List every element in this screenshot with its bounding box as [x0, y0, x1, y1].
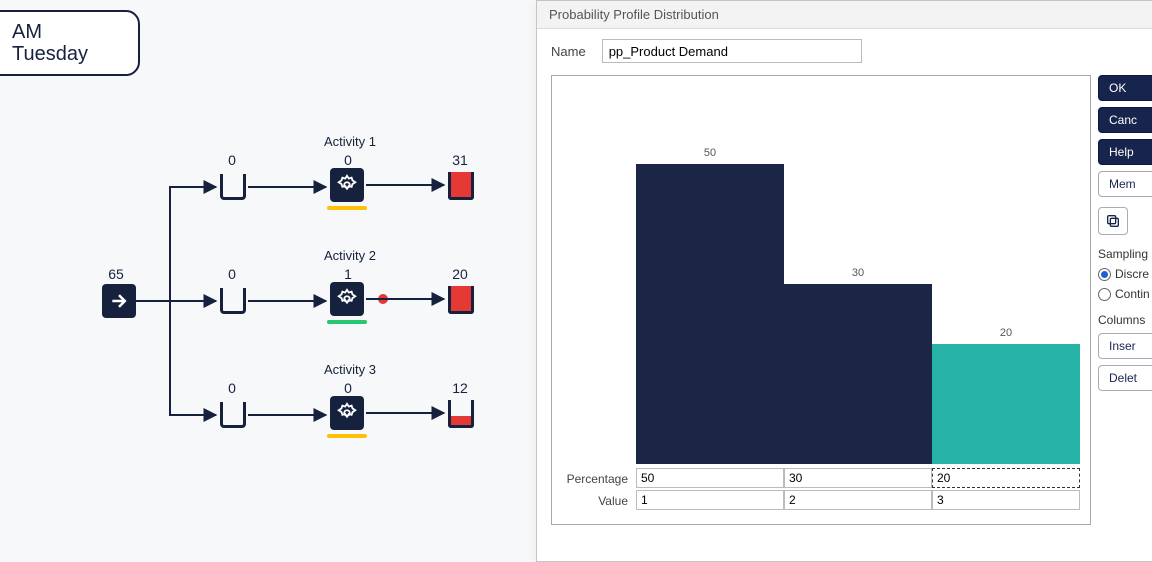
flow-arrows — [100, 130, 520, 470]
sampling-group-label: Sampling — [1098, 247, 1152, 261]
percentage-cell[interactable] — [636, 468, 784, 488]
bar-value-label: 30 — [784, 267, 932, 279]
clock-widget: AM Tuesday — [0, 10, 140, 76]
radio-label: Contin — [1115, 287, 1150, 301]
clock-line2: Tuesday — [12, 43, 128, 65]
distribution-chart: 50 30 20 Percentage Value — [551, 75, 1091, 525]
profile-name-input[interactable] — [602, 39, 862, 63]
memo-button[interactable]: Mem — [1098, 171, 1152, 197]
chart-bar[interactable] — [784, 284, 932, 464]
clock-line1: AM — [12, 21, 128, 43]
sampling-discrete-radio[interactable]: Discre — [1098, 267, 1152, 281]
chart-bar[interactable] — [932, 344, 1080, 464]
chart-bar[interactable] — [636, 164, 784, 464]
radio-icon — [1098, 288, 1111, 301]
name-label: Name — [551, 44, 586, 59]
probability-profile-dialog: Probability Profile Distribution Name 50… — [536, 0, 1152, 562]
sampling-continuous-radio[interactable]: Contin — [1098, 287, 1152, 301]
percentage-cell[interactable] — [784, 468, 932, 488]
ok-button[interactable]: OK — [1098, 75, 1152, 101]
value-cell[interactable] — [932, 490, 1080, 510]
value-cell[interactable] — [636, 490, 784, 510]
copy-icon[interactable] — [1098, 207, 1128, 235]
value-cell[interactable] — [784, 490, 932, 510]
delete-column-button[interactable]: Delet — [1098, 365, 1152, 391]
dialog-title: Probability Profile Distribution — [537, 1, 1152, 29]
bar-value-label: 50 — [636, 147, 784, 159]
percentage-cell[interactable] — [932, 468, 1080, 488]
cancel-button[interactable]: Canc — [1098, 107, 1152, 133]
radio-icon — [1098, 268, 1111, 281]
help-button[interactable]: Help — [1098, 139, 1152, 165]
columns-group-label: Columns — [1098, 313, 1152, 327]
value-row-label: Value — [558, 494, 628, 508]
radio-label: Discre — [1115, 267, 1149, 281]
percentage-row-label: Percentage — [558, 472, 628, 486]
process-diagram: 65 0 Activity 1 0 31 0 Activity 2 1 20 0… — [100, 130, 520, 470]
insert-column-button[interactable]: Inser — [1098, 333, 1152, 359]
bar-value-label: 20 — [932, 327, 1080, 339]
